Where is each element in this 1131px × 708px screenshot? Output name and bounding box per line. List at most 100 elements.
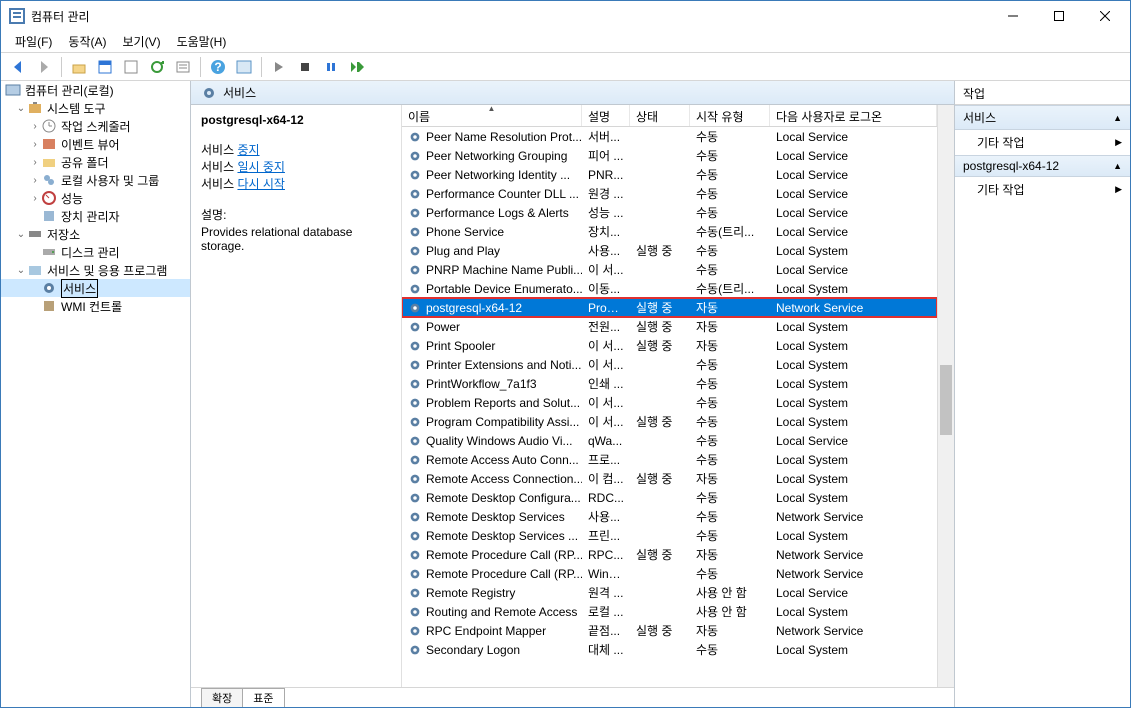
tree-device-manager[interactable]: 장치 관리자 [1, 207, 190, 225]
cell-logon: Local System [770, 414, 937, 430]
menu-view[interactable]: 보기(V) [114, 31, 168, 52]
service-row[interactable]: Remote Access Auto Conn...프로...수동Local S… [402, 450, 937, 469]
cell-desc: 인쇄 ... [582, 374, 630, 393]
service-row[interactable]: Peer Networking Identity ...PNR...수동Loca… [402, 165, 937, 184]
cell-status [630, 364, 690, 366]
service-row[interactable]: Print Spooler이 서...실행 중자동Local System [402, 336, 937, 355]
cell-logon: Network Service [770, 566, 937, 582]
list-body[interactable]: Peer Name Resolution Prot...서버...수동Local… [402, 127, 937, 687]
cell-startup: 자동 [690, 545, 770, 564]
service-row[interactable]: Secondary Logon대체 ...수동Local System [402, 640, 937, 659]
service-row[interactable]: Remote Access Connection...이 컴...실행 중자동L… [402, 469, 937, 488]
tree-performance[interactable]: ›성능 [1, 189, 190, 207]
filter-button[interactable] [233, 56, 255, 78]
restart-link[interactable]: 다시 시작 [237, 177, 285, 191]
service-row[interactable]: Peer Name Resolution Prot...서버...수동Local… [402, 127, 937, 146]
refresh-button[interactable] [94, 56, 116, 78]
service-row[interactable]: Portable Device Enumerato...이동...수동(트리..… [402, 279, 937, 298]
service-row[interactable]: Remote Procedure Call (RP...Wind...수동Net… [402, 564, 937, 583]
tree-shared-folders[interactable]: ›공유 폴더 [1, 153, 190, 171]
cell-startup: 수동 [690, 564, 770, 583]
service-row[interactable]: Remote Registry원격 ...사용 안 함Local Service [402, 583, 937, 602]
maximize-button[interactable] [1036, 1, 1082, 31]
pause-button[interactable] [320, 56, 342, 78]
vertical-scrollbar[interactable] [937, 105, 954, 687]
tree-system-tools[interactable]: ⌄시스템 도구 [1, 99, 190, 117]
back-button[interactable] [7, 56, 29, 78]
service-row[interactable]: Remote Desktop Services ...프린...수동Local … [402, 526, 937, 545]
reload-button[interactable] [146, 56, 168, 78]
action-other-2[interactable]: 기타 작업▶ [955, 177, 1130, 202]
properties-button[interactable] [172, 56, 194, 78]
service-row[interactable]: Problem Reports and Solut...이 서...수동Loca… [402, 393, 937, 412]
tree-services[interactable]: 서비스 [1, 279, 190, 297]
console-tree[interactable]: 컴퓨터 관리(로컬) ⌄시스템 도구 ›작업 스케줄러 ›이벤트 뷰어 ›공유 … [1, 81, 191, 707]
col-header-status[interactable]: 상태 [630, 105, 690, 126]
play-button[interactable] [268, 56, 290, 78]
restart-button[interactable] [346, 56, 368, 78]
action-other-1[interactable]: 기타 작업▶ [955, 130, 1130, 155]
scrollbar-thumb[interactable] [940, 365, 952, 435]
close-button[interactable] [1082, 1, 1128, 31]
cell-name: Routing and Remote Access [402, 604, 582, 620]
cell-startup: 사용 안 함 [690, 583, 770, 602]
col-header-desc[interactable]: 설명 [582, 105, 630, 126]
forward-button[interactable] [33, 56, 55, 78]
cell-logon: Local System [770, 490, 937, 506]
col-header-logon[interactable]: 다음 사용자로 로그온 [770, 105, 937, 126]
tree-storage[interactable]: ⌄저장소 [1, 225, 190, 243]
tab-extended[interactable]: 확장 [201, 688, 243, 707]
service-row[interactable]: Performance Counter DLL ...원경 ...수동Local… [402, 184, 937, 203]
cell-name: Remote Procedure Call (RP... [402, 547, 582, 563]
service-row[interactable]: Remote Procedure Call (RP...RPC...실행 중자동… [402, 545, 937, 564]
service-row[interactable]: Performance Logs & Alerts성능 ...수동Local S… [402, 203, 937, 222]
actions-header: 작업 [955, 81, 1130, 105]
menu-action[interactable]: 동작(A) [60, 31, 114, 52]
service-row[interactable]: Quality Windows Audio Vi...qWa...수동Local… [402, 431, 937, 450]
service-row[interactable]: Remote Desktop Services사용...수동Network Se… [402, 507, 937, 526]
stop-link[interactable]: 중지 [237, 143, 259, 157]
service-row[interactable]: Remote Desktop Configura...RDC...수동Local… [402, 488, 937, 507]
pause-link[interactable]: 일시 중지 [237, 160, 285, 174]
menu-file[interactable]: 파일(F) [7, 31, 60, 52]
service-row[interactable]: Phone Service장치...수동(트리...Local Service [402, 222, 937, 241]
tab-standard[interactable]: 표준 [242, 688, 284, 707]
tree-disk-management[interactable]: 디스크 관리 [1, 243, 190, 261]
cell-startup: 수동 [690, 374, 770, 393]
cell-startup: 자동 [690, 317, 770, 336]
col-header-name[interactable]: 이름▲ [402, 105, 582, 126]
service-row[interactable]: PNRP Machine Name Publi...이 서...수동Local … [402, 260, 937, 279]
tree-services-apps[interactable]: ⌄서비스 및 응용 프로그램 [1, 261, 190, 279]
export-button[interactable] [120, 56, 142, 78]
service-row[interactable]: Program Compatibility Assi...이 서...실행 중수… [402, 412, 937, 431]
cell-status: 실행 중 [630, 241, 690, 260]
service-row[interactable]: RPC Endpoint Mapper끝점...실행 중자동Network Se… [402, 621, 937, 640]
cell-status [630, 193, 690, 195]
help-button[interactable]: ? [207, 56, 229, 78]
cell-startup: 수동(트리... [690, 222, 770, 241]
stop-button[interactable] [294, 56, 316, 78]
cell-status: 실행 중 [630, 469, 690, 488]
service-row[interactable]: Routing and Remote Access로컬 ...사용 안 함Loc… [402, 602, 937, 621]
tree-root[interactable]: 컴퓨터 관리(로컬) [1, 81, 190, 99]
cell-desc: PNR... [582, 167, 630, 183]
tree-local-users[interactable]: ›로컬 사용자 및 그룹 [1, 171, 190, 189]
service-row[interactable]: PrintWorkflow_7a1f3인쇄 ...수동Local System [402, 374, 937, 393]
actions-group-services[interactable]: 서비스▲ [955, 105, 1130, 130]
actions-group-selected[interactable]: postgresql-x64-12▲ [955, 155, 1130, 177]
cell-name: Remote Desktop Configura... [402, 490, 582, 506]
service-row[interactable]: postgresql-x64-12Provi...실행 중자동Network S… [402, 298, 937, 317]
minimize-button[interactable] [990, 1, 1036, 31]
service-row[interactable]: Power전원...실행 중자동Local System [402, 317, 937, 336]
up-button[interactable] [68, 56, 90, 78]
col-header-startup[interactable]: 시작 유형 [690, 105, 770, 126]
service-row[interactable]: Peer Networking Grouping피어 ...수동Local Se… [402, 146, 937, 165]
tree-task-scheduler[interactable]: ›작업 스케줄러 [1, 117, 190, 135]
tree-event-viewer[interactable]: ›이벤트 뷰어 [1, 135, 190, 153]
cell-status [630, 649, 690, 651]
service-row[interactable]: Plug and Play사용...실행 중수동Local System [402, 241, 937, 260]
service-row[interactable]: Printer Extensions and Noti...이 서...수동Lo… [402, 355, 937, 374]
cell-logon: Local Service [770, 129, 937, 145]
menu-help[interactable]: 도움말(H) [169, 31, 235, 52]
tree-wmi[interactable]: WMI 컨트롤 [1, 297, 190, 315]
